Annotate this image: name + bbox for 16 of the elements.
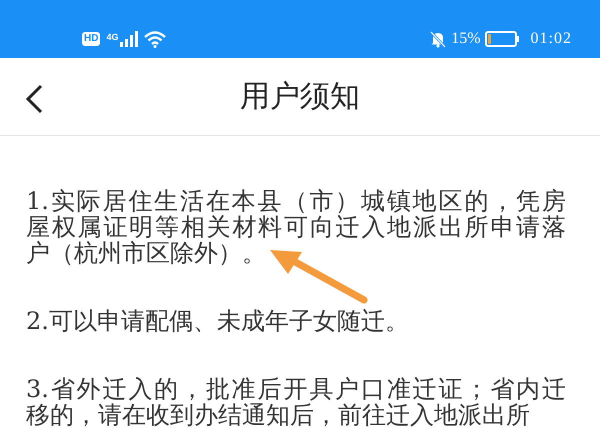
notice-text-line: 移的，请在收到办结通知后，前往迁入地派出所: [26, 402, 530, 428]
battery-icon: [484, 31, 519, 47]
notice-text-line: 户（杭州市区除外）。: [26, 240, 266, 266]
clock-time: 01:02: [530, 29, 572, 49]
wifi-icon: [144, 30, 166, 48]
network-type: 4G: [106, 30, 118, 44]
battery-percent: 15%: [451, 29, 481, 49]
notice-text-line: 3.省外迁入的，批准后开具户口准迁证；省内迁: [26, 376, 566, 402]
muted-bell-icon: [429, 30, 448, 48]
notice-text-line: 2.可以申请配偶、未成年子女随迁。: [26, 308, 409, 334]
signal-icon: [120, 31, 138, 47]
notice-text-line: 1.实际居住生活在本县（市）城镇地区的，凭房: [26, 188, 566, 214]
page-title: 用户须知: [240, 79, 360, 115]
hd-badge: HD: [82, 32, 100, 46]
notice-text-line: 屋权属证明等相关材料可向迁入地派出所申请落: [26, 214, 566, 240]
back-icon[interactable]: [24, 84, 44, 114]
